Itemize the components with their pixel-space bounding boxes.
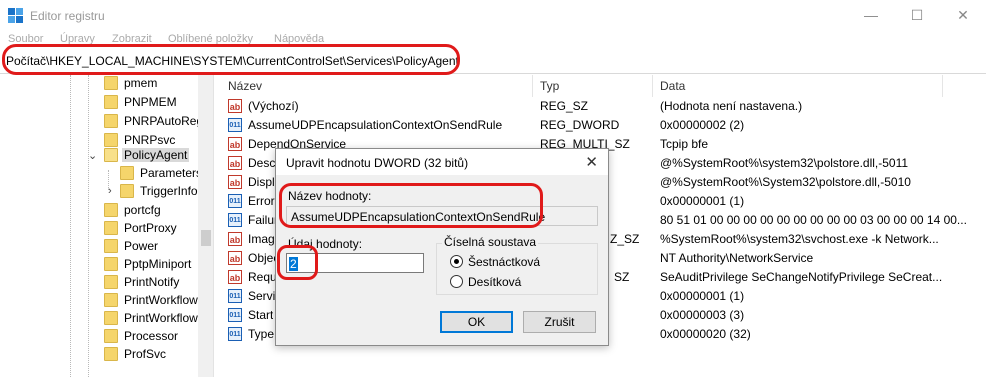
tree-scrollbar[interactable] xyxy=(198,75,213,377)
column-header-data[interactable]: Data xyxy=(660,79,685,93)
base-group-label: Číselná soustava xyxy=(442,235,539,249)
dec-radio[interactable] xyxy=(450,275,463,288)
title-bar: Editor registru — ☐ ✕ xyxy=(0,0,986,32)
folder-icon xyxy=(104,293,118,307)
table-row[interactable]: ab (Výchozí) REG_SZ (Hodnota není nastavena… xyxy=(222,97,986,116)
folder-icon xyxy=(104,221,118,235)
ok-button[interactable]: OK xyxy=(440,311,513,333)
folder-icon xyxy=(104,203,118,217)
column-divider[interactable] xyxy=(652,75,653,97)
column-divider[interactable] xyxy=(942,75,943,97)
string-value-icon: ab xyxy=(228,137,242,151)
hex-radio[interactable] xyxy=(450,255,463,268)
folder-icon xyxy=(120,166,134,180)
address-highlight-annotation xyxy=(2,44,460,75)
string-value-icon: ab xyxy=(228,156,242,170)
tree-guide-line xyxy=(70,75,71,377)
tree-scrollbar-thumb[interactable] xyxy=(201,230,211,246)
folder-icon xyxy=(104,133,118,147)
dec-radio-label[interactable]: Desítková xyxy=(468,275,521,289)
string-value-icon: ab xyxy=(228,175,242,189)
window-title: Editor registru xyxy=(30,9,105,23)
close-button[interactable]: ✕ xyxy=(940,0,986,32)
value-name-highlight-annotation xyxy=(279,183,543,228)
binary-value-icon: 011 xyxy=(228,213,242,227)
edit-dword-dialog[interactable]: Upravit hodnotu DWORD (32 bitů) ✕ Název … xyxy=(275,148,609,346)
string-value-icon: ab xyxy=(228,251,242,265)
string-value-icon: ab xyxy=(228,232,242,246)
column-divider[interactable] xyxy=(532,75,533,97)
registry-editor-icon xyxy=(8,8,24,24)
minimize-button[interactable]: — xyxy=(848,0,894,32)
folder-icon xyxy=(104,76,118,90)
folder-icon xyxy=(120,184,134,198)
chevron-right-icon[interactable]: › xyxy=(108,185,112,197)
table-row[interactable]: 011 AssumeUDPEncapsulationContextOnSendRu… xyxy=(222,116,986,135)
string-value-icon: ab xyxy=(228,270,242,284)
tree-guide-line xyxy=(88,75,89,377)
hex-radio-label[interactable]: Šestnáctková xyxy=(468,255,540,269)
folder-icon xyxy=(104,311,118,325)
dialog-close-icon[interactable]: ✕ xyxy=(585,153,598,171)
folder-icon xyxy=(104,329,118,343)
value-data-highlight-annotation xyxy=(277,245,318,280)
chevron-down-icon[interactable]: ⌄ xyxy=(88,149,97,162)
column-header-type[interactable]: Typ xyxy=(540,79,559,93)
key-tree[interactable]: pmem PNPMEM PNRPAutoReg PNRPsvc ⌄ Policy… xyxy=(0,75,214,377)
folder-icon xyxy=(104,95,118,109)
folder-icon xyxy=(104,239,118,253)
dialog-title: Upravit hodnotu DWORD (32 bitů) xyxy=(286,156,469,170)
folder-icon xyxy=(104,257,118,271)
binary-value-icon: 011 xyxy=(228,289,242,303)
string-value-icon: ab xyxy=(228,99,242,113)
binary-value-icon: 011 xyxy=(228,308,242,322)
column-header-name[interactable]: Název xyxy=(228,79,262,93)
folder-icon xyxy=(104,347,118,361)
folder-icon xyxy=(104,275,118,289)
cancel-button[interactable]: Zrušit xyxy=(523,311,596,333)
binary-value-icon: 011 xyxy=(228,118,242,132)
open-folder-icon xyxy=(104,148,118,162)
binary-value-icon: 011 xyxy=(228,194,242,208)
dialog-title-bar[interactable]: Upravit hodnotu DWORD (32 bitů) ✕ xyxy=(276,149,608,175)
maximize-button[interactable]: ☐ xyxy=(894,0,940,32)
folder-icon xyxy=(104,114,118,128)
binary-value-icon: 011 xyxy=(228,327,242,341)
